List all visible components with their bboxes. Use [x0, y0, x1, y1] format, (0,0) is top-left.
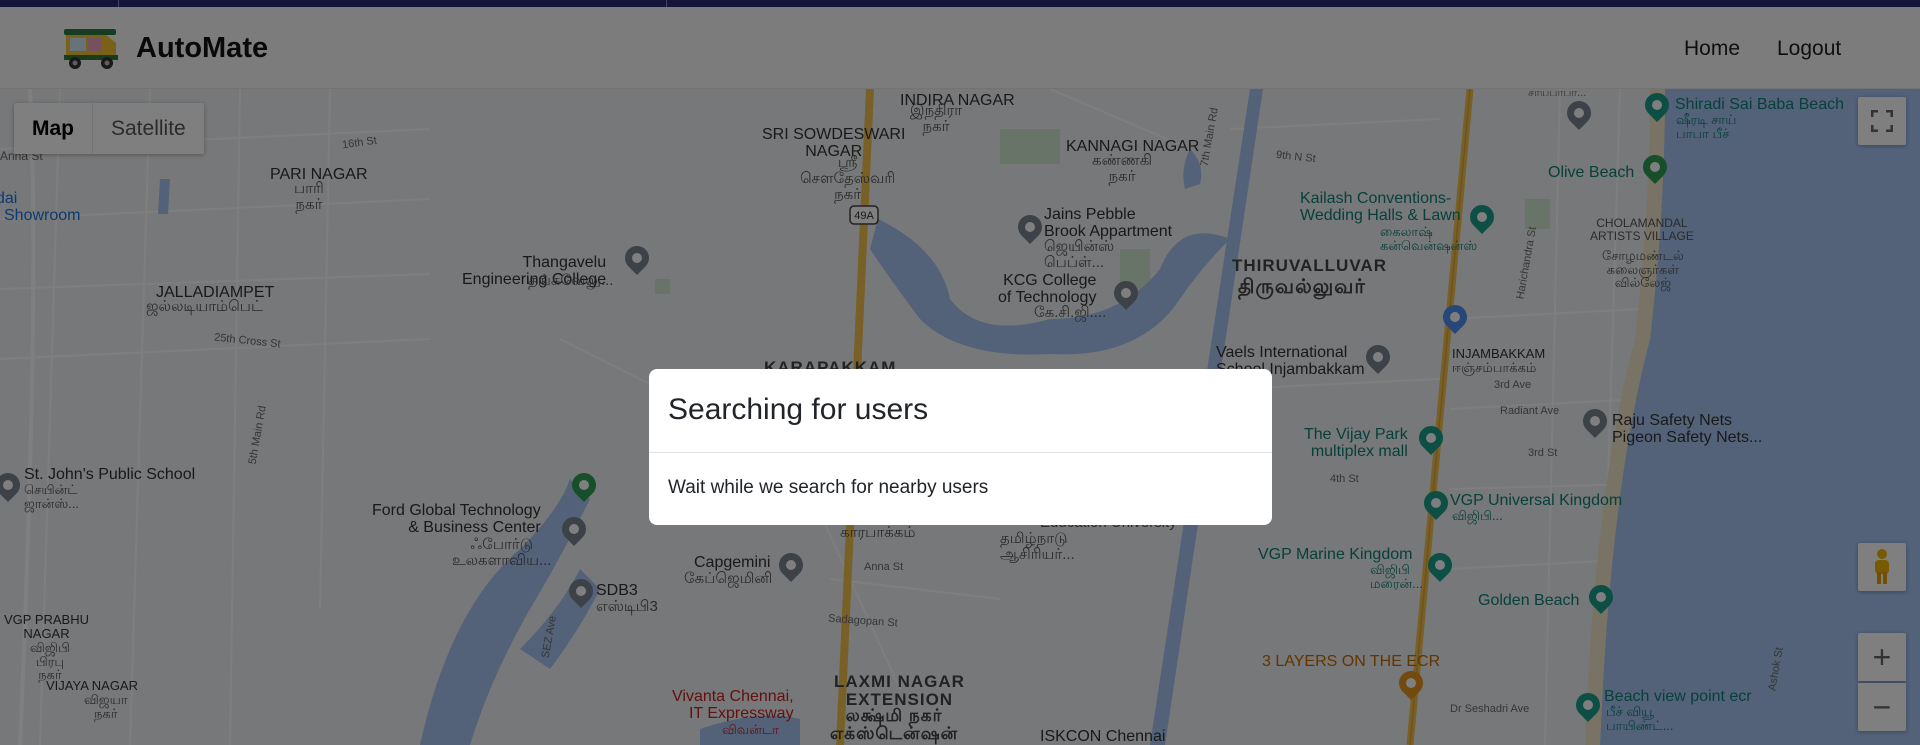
searching-modal: Searching for users Wait while we search… [649, 369, 1272, 525]
modal-title: Searching for users [668, 393, 929, 426]
modal-body-text: Wait while we search for nearby users [668, 477, 989, 498]
